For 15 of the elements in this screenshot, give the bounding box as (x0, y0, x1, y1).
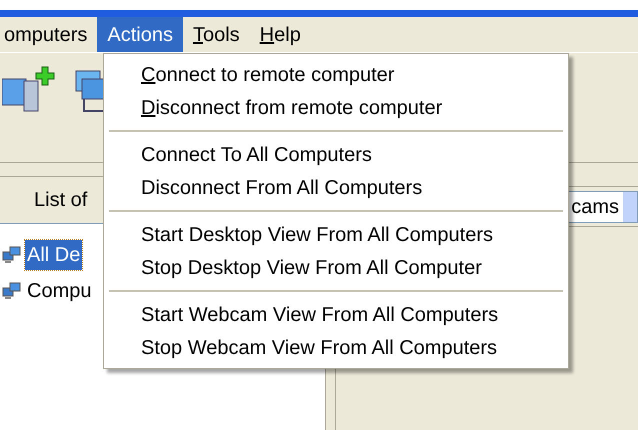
computers-icon (2, 246, 22, 264)
menu-item[interactable]: omputers (0, 17, 98, 52)
computers-icon (2, 282, 22, 300)
menu-entry[interactable]: Disconnect from remote computer (104, 91, 568, 124)
tree-item[interactable]: All De (25, 240, 82, 270)
menu-item[interactable]: Actions (97, 17, 183, 52)
menu-item[interactable]: Help (250, 17, 311, 52)
menu-item[interactable]: Tools (182, 17, 250, 52)
menu-entry[interactable]: Stop Webcam View From All Computers (104, 331, 568, 364)
menu-entry[interactable]: Connect to remote computer (104, 58, 568, 91)
menu-entry[interactable]: Stop Desktop View From All Computer (104, 251, 568, 284)
tree-item[interactable]: Compu (25, 276, 94, 306)
panel-header: List of (34, 188, 88, 213)
menu-entry[interactable]: Start Webcam View From All Computers (104, 298, 568, 331)
menu-entry[interactable]: Connect To All Computers (104, 138, 568, 171)
